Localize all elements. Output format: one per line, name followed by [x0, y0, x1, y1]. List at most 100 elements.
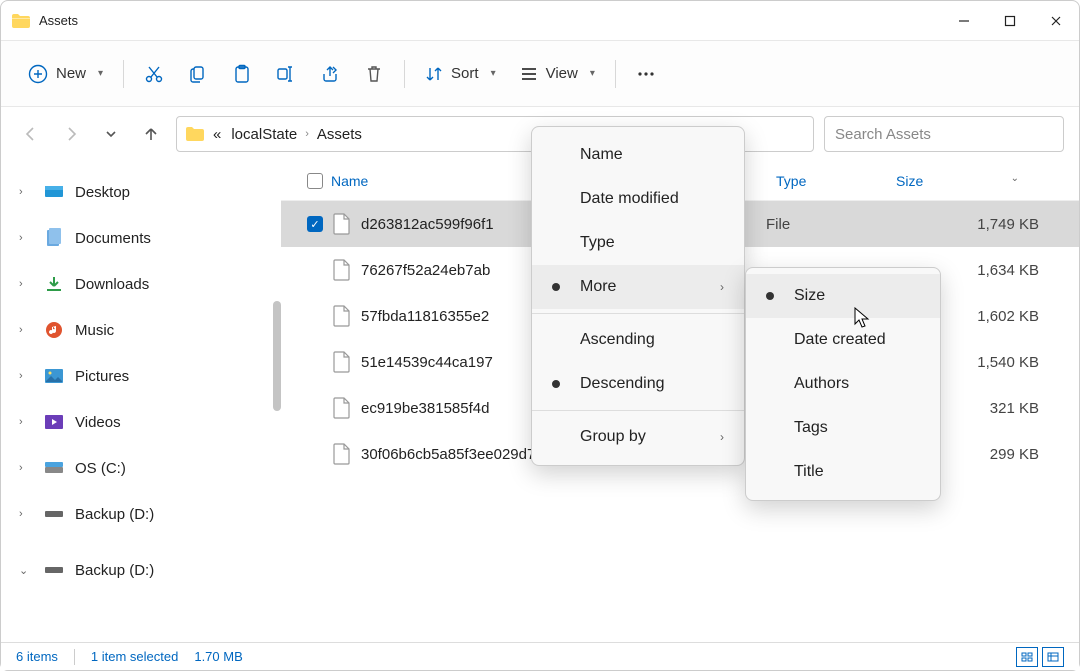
status-bar: 6 items 1 item selected 1.70 MB [1, 642, 1079, 670]
maximize-button[interactable] [987, 1, 1033, 41]
file-name: d263812ac599f96f1 [361, 216, 494, 233]
drive-icon [43, 457, 65, 479]
sidebar-group-backup-d[interactable]: ⌄ Backup (D:) [13, 547, 269, 593]
toolbar-separator [404, 60, 405, 88]
sidebar-item-documents[interactable]: › Documents [13, 215, 269, 261]
row-checkbox[interactable]: ✓ [307, 216, 323, 232]
sidebar-item-label: Desktop [75, 184, 130, 201]
bullet-icon [766, 292, 774, 300]
menu-authors[interactable]: Authors [746, 362, 940, 406]
breadcrumb-ellipsis[interactable]: « [211, 126, 223, 143]
plus-circle-icon [28, 64, 48, 84]
menu-name[interactable]: Name [532, 133, 744, 177]
file-name: 30f06b6cb5a85f3ee029d7d... [361, 446, 556, 463]
select-all-checkbox[interactable] [307, 173, 323, 189]
chevron-down-icon: ▾ [590, 68, 595, 79]
drive-icon [43, 559, 65, 581]
sidebar-item-desktop[interactable]: › Desktop [13, 169, 269, 215]
breadcrumb-seg[interactable]: Assets [315, 126, 364, 143]
menu-group-by[interactable]: Group by› [532, 415, 744, 459]
toolbar: New ▾ Sort ▾ View ▾ [1, 41, 1079, 107]
menu-size[interactable]: Size [746, 274, 940, 318]
music-icon [43, 319, 65, 341]
file-icon [333, 213, 351, 235]
menu-more[interactable]: More› [532, 265, 744, 309]
file-icon [333, 397, 351, 419]
cut-button[interactable] [132, 54, 176, 94]
status-size: 1.70 MB [194, 649, 242, 664]
file-size: 1,749 KB [886, 216, 1079, 233]
search-box[interactable]: Search Assets [824, 116, 1064, 152]
more-submenu: Size Date created Authors Tags Title [745, 267, 941, 501]
more-options-button[interactable] [624, 54, 668, 94]
menu-tags[interactable]: Tags [746, 406, 940, 450]
col-type[interactable]: Type [766, 173, 886, 189]
toolbar-separator [123, 60, 124, 88]
sidebar: › Desktop › Documents › Downloads › Musi… [1, 161, 281, 642]
delete-button[interactable] [352, 54, 396, 94]
file-name: 51e14539c44ca197 [361, 354, 493, 371]
drive-icon [43, 503, 65, 525]
up-button[interactable] [136, 119, 166, 149]
status-count: 6 items [16, 649, 58, 664]
chevron-right-icon: › [720, 280, 724, 294]
sidebar-item-label: OS (C:) [75, 460, 126, 477]
titlebar: Assets [1, 1, 1079, 41]
thumbnails-view-button[interactable] [1016, 647, 1038, 667]
sort-button[interactable]: Sort ▾ [413, 54, 508, 94]
file-name: 57fbda11816355e2 [361, 308, 489, 325]
sidebar-item-videos[interactable]: › Videos [13, 399, 269, 445]
sidebar-item-downloads[interactable]: › Downloads [13, 261, 269, 307]
details-view-button[interactable] [1042, 647, 1064, 667]
sidebar-item-music[interactable]: › Music [13, 307, 269, 353]
sidebar-item-pictures[interactable]: › Pictures [13, 353, 269, 399]
file-name: ec919be381585f4d [361, 400, 489, 417]
rename-icon [276, 64, 296, 84]
recent-button[interactable] [96, 119, 126, 149]
view-button[interactable]: View ▾ [508, 54, 607, 94]
status-selection: 1 item selected [91, 649, 178, 664]
copy-button[interactable] [176, 54, 220, 94]
rename-button[interactable] [264, 54, 308, 94]
sidebar-item-label: Videos [75, 414, 121, 431]
menu-separator [532, 410, 744, 411]
menu-date-created[interactable]: Date created [746, 318, 940, 362]
menu-date-modified[interactable]: Date modified [532, 177, 744, 221]
breadcrumb-seg[interactable]: localState [229, 126, 299, 143]
view-label: View [546, 65, 578, 82]
menu-type[interactable]: Type [532, 221, 744, 265]
sort-indicator-icon: ⌄ [1011, 173, 1019, 184]
file-icon [333, 443, 351, 465]
sidebar-item-label: Music [75, 322, 114, 339]
sidebar-scrollbar[interactable] [273, 301, 281, 411]
col-name-label: Name [331, 173, 368, 189]
sidebar-item-os-c[interactable]: › OS (C:) [13, 445, 269, 491]
sidebar-item-backup-d[interactable]: › Backup (D:) [13, 491, 269, 537]
menu-descending[interactable]: Descending [532, 362, 744, 406]
menu-ascending[interactable]: Ascending [532, 318, 744, 362]
share-button[interactable] [308, 54, 352, 94]
back-button[interactable] [16, 119, 46, 149]
file-icon [333, 351, 351, 373]
folder-icon [185, 126, 205, 142]
forward-button[interactable] [56, 119, 86, 149]
scissors-icon [144, 64, 164, 84]
videos-icon [43, 411, 65, 433]
folder-icon [11, 13, 31, 29]
close-button[interactable] [1033, 1, 1079, 41]
new-button[interactable]: New ▾ [16, 54, 115, 94]
copy-icon [188, 64, 208, 84]
col-size[interactable]: Size⌄ [886, 173, 1079, 189]
window-title: Assets [39, 13, 78, 28]
file-name: 76267f52a24eb7ab [361, 262, 490, 279]
minimize-button[interactable] [941, 1, 987, 41]
new-label: New [56, 65, 86, 82]
sidebar-item-label: Documents [75, 230, 151, 247]
menu-title[interactable]: Title [746, 450, 940, 494]
chevron-down-icon: ▾ [98, 68, 103, 79]
chevron-right-icon: › [305, 128, 309, 140]
paste-button[interactable] [220, 54, 264, 94]
clipboard-icon [232, 64, 252, 84]
sidebar-item-label: Pictures [75, 368, 129, 385]
pictures-icon [43, 365, 65, 387]
